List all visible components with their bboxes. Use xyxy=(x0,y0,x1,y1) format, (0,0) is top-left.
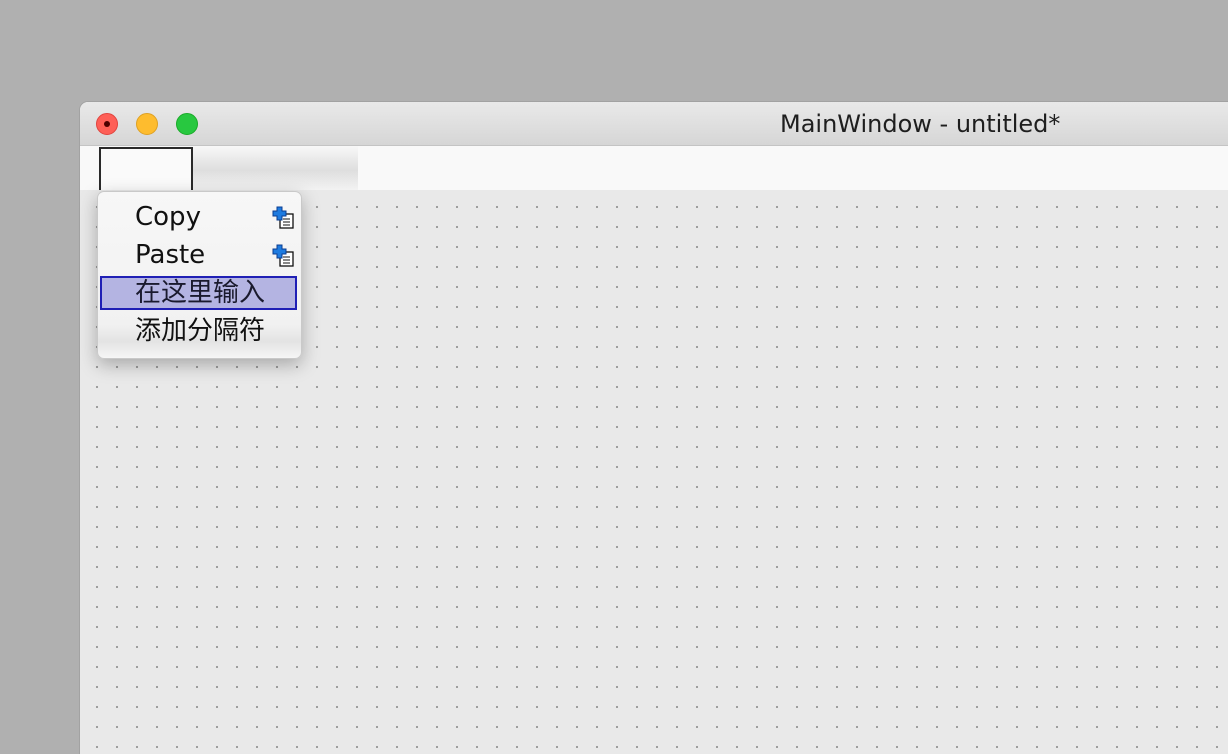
menu-bar xyxy=(80,146,1228,191)
menu-bar-gradient xyxy=(193,146,358,190)
zoom-window-button[interactable] xyxy=(176,113,198,135)
menu-item-label: 在这里输入 xyxy=(135,278,266,308)
title-bar[interactable]: MainWindow - untitled* xyxy=(80,102,1228,146)
menu-item-label: Copy xyxy=(135,202,201,232)
minimize-window-button[interactable] xyxy=(136,113,158,135)
window-title: MainWindow - untitled* xyxy=(780,110,1061,138)
unsaved-dot-icon xyxy=(104,121,110,127)
menu-item-label: 添加分隔符 xyxy=(135,316,266,346)
menu-item-copy[interactable]: Copy xyxy=(100,200,297,234)
menu-item-type-here[interactable]: 在这里输入 xyxy=(100,276,297,310)
close-window-button[interactable] xyxy=(96,113,118,135)
menu-entry-editor[interactable] xyxy=(99,147,193,191)
paste-icon xyxy=(272,244,294,267)
menu-item-label: Paste xyxy=(135,240,206,270)
copy-icon xyxy=(272,206,294,229)
menu-item-add-separator[interactable]: 添加分隔符 xyxy=(100,314,297,348)
menu-item-paste[interactable]: Paste xyxy=(100,238,297,272)
context-menu: Copy Paste 在这里输入 添加分隔符 xyxy=(97,191,302,359)
desktop-background: MainWindow - untitled* Copy Paste 在这里输入 … xyxy=(0,0,1228,754)
